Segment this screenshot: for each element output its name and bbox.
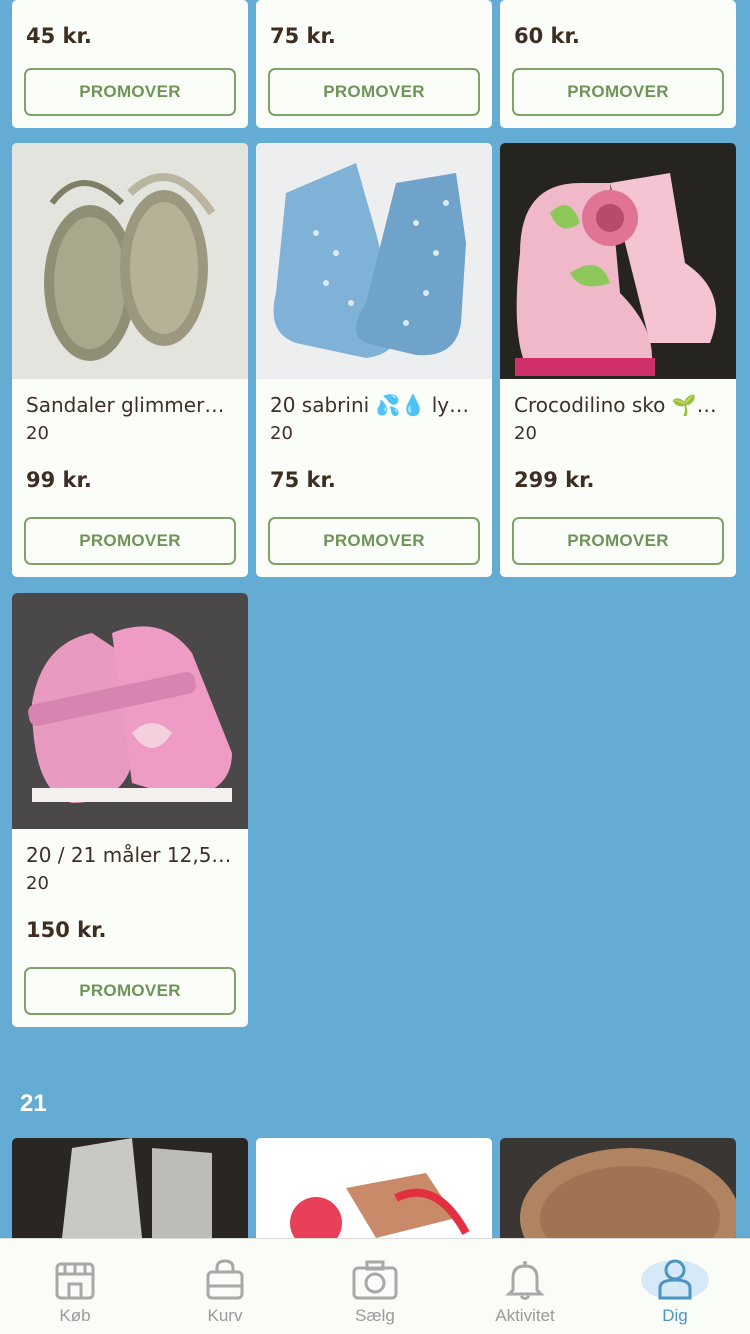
silver-boots-image[interactable] (12, 1138, 248, 1238)
listing-title: Crocodilino sko 🌱… (514, 393, 717, 417)
promote-button[interactable]: PROMOVER (268, 517, 480, 565)
promote-button[interactable]: PROMOVER (512, 68, 724, 116)
tab-buy[interactable]: Køb (0, 1239, 150, 1334)
pink-flower-boots-image[interactable] (500, 143, 736, 379)
listing-card[interactable]: 60 kr. PROMOVER (500, 0, 736, 128)
listing-size: 20 (26, 423, 49, 444)
tab-cart[interactable]: Kurv (150, 1239, 300, 1334)
listing-card[interactable]: Sandaler glimmer… 20 99 kr. PROMOVER (12, 143, 248, 577)
glitter-sandals-image[interactable] (12, 143, 248, 379)
listing-price: 75 kr. (270, 24, 336, 48)
listing-card[interactable]: 45 kr. PROMOVER (12, 0, 248, 128)
tab-activity[interactable]: Aktivitet (450, 1239, 600, 1334)
listing-size: 20 (26, 873, 49, 894)
promote-button[interactable]: PROMOVER (512, 517, 724, 565)
listing-size: 20 (514, 423, 537, 444)
tab-label: Aktivitet (495, 1306, 555, 1325)
promote-button[interactable]: PROMOVER (268, 68, 480, 116)
person-icon (641, 1259, 709, 1300)
size-section-heading: 21 (20, 1090, 47, 1117)
listing-price: 299 kr. (514, 468, 595, 492)
camera-icon (352, 1260, 398, 1300)
tab-sell[interactable]: Sælg (300, 1239, 450, 1334)
shop-icon (55, 1262, 95, 1300)
listing-card[interactable]: Crocodilino sko 🌱… 20 299 kr. PROMOVER (500, 143, 736, 577)
listing-title: 20 sabrini 💦💧 ly… (270, 393, 470, 417)
bag-icon (206, 1259, 244, 1300)
listing-price: 45 kr. (26, 24, 92, 48)
listing-price: 99 kr. (26, 468, 92, 492)
promote-button[interactable]: PROMOVER (24, 967, 236, 1015)
listing-size: 20 (270, 423, 293, 444)
tab-label: Kurv (207, 1306, 243, 1325)
listing-price: 75 kr. (270, 468, 336, 492)
bell-icon (505, 1261, 545, 1300)
bottom-tab-bar: Køb Kurv Sælg Aktivitet Dig (0, 1238, 750, 1334)
listing-price: 150 kr. (26, 918, 107, 942)
listing-title: 20 / 21 måler 12,5… (26, 843, 232, 867)
tab-label: Køb (59, 1306, 91, 1325)
promote-button[interactable]: PROMOVER (24, 68, 236, 116)
tab-you[interactable]: Dig (600, 1239, 750, 1334)
listing-price: 60 kr. (514, 24, 580, 48)
pink-shoes-image[interactable] (12, 593, 248, 829)
listing-card[interactable]: 20 / 21 måler 12,5… 20 150 kr. PROMOVER (12, 593, 248, 1027)
listing-title: Sandaler glimmer… (26, 393, 225, 417)
tab-label: Dig (662, 1306, 688, 1325)
red-sandals-image[interactable] (256, 1138, 492, 1238)
tab-label: Sælg (355, 1306, 395, 1325)
tan-shoe-sole-image[interactable] (500, 1138, 736, 1238)
blue-rain-boots-image[interactable] (256, 143, 492, 379)
promote-button[interactable]: PROMOVER (24, 517, 236, 565)
listing-card[interactable]: 20 sabrini 💦💧 ly… 20 75 kr. PROMOVER (256, 143, 492, 577)
listing-card[interactable]: 75 kr. PROMOVER (256, 0, 492, 128)
